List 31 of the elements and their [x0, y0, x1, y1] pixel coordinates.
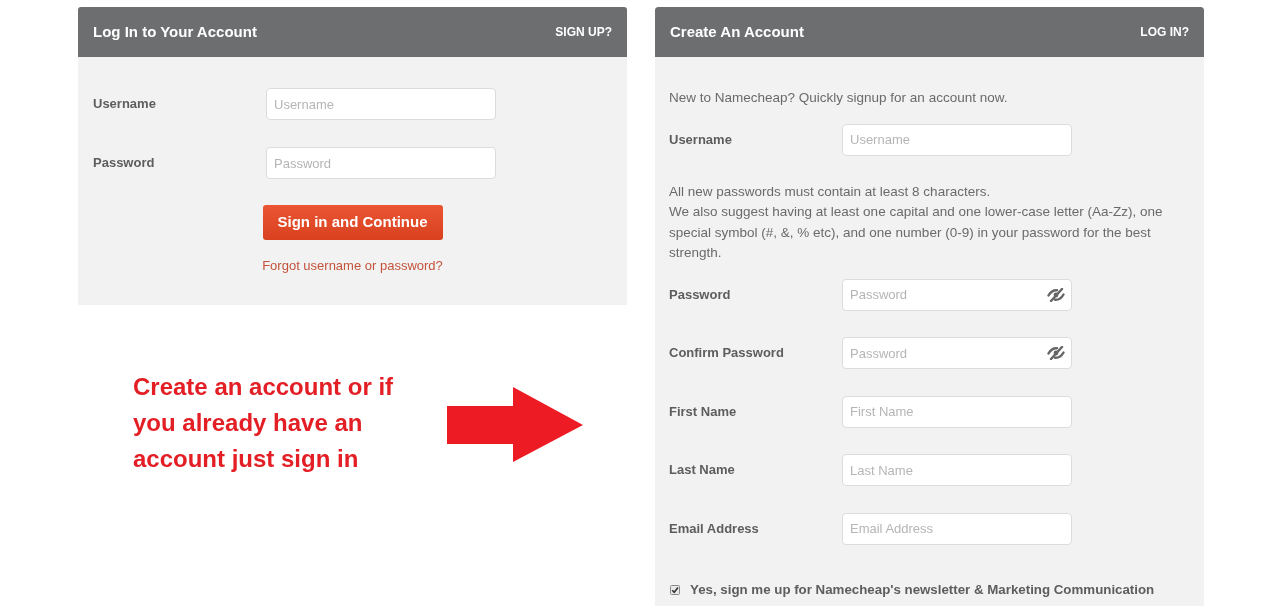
- field-label: Email Address: [669, 519, 760, 538]
- checkbox[interactable]: [670, 584, 680, 595]
- panel-title: Log In to Your Account: [93, 21, 257, 42]
- field-label: Confirm Password: [669, 344, 785, 363]
- input-field[interactable]: Username: [266, 88, 496, 120]
- sign-in-button[interactable]: Sign in and Continue: [262, 205, 443, 240]
- forgot-password-link[interactable]: Forgot username or password?: [262, 257, 443, 274]
- info-text: New to Namecheap? Quickly signup for an account now.: [669, 89, 1009, 107]
- field-label: First Name: [669, 402, 738, 421]
- sign-up-link[interactable]: SIGN UP?: [555, 23, 612, 41]
- field-label: Password: [93, 154, 156, 173]
- input-field[interactable]: Username: [842, 123, 1072, 156]
- info-text: All new passwords must contain at least 8 characters.: [669, 182, 992, 201]
- input-field[interactable]: First Name: [842, 395, 1072, 428]
- input-field[interactable]: Email Address: [842, 512, 1072, 545]
- log-in-link[interactable]: LOG IN?: [1140, 23, 1189, 41]
- info-text: We also suggest having at least one capital and one lower-case letter (Aa-Zz), one special symbol (#, &, % etc), and one number (0-9) in your password for the best strength.: [669, 203, 1164, 262]
- callout-text: Create an account or if you already have an account just sign in: [133, 372, 395, 474]
- checkbox-label: Yes, sign me up for Namecheap's newsletter & Marketing Communication: [690, 580, 1155, 599]
- panel-title: Create An Account: [670, 21, 804, 42]
- field-label: Username: [93, 95, 157, 114]
- field-label: Last Name: [669, 461, 736, 480]
- password-field[interactable]: Password: [842, 278, 1072, 311]
- field-label: Username: [669, 130, 733, 149]
- password-field[interactable]: Password: [842, 337, 1072, 369]
- eye-slash-icon[interactable]: [1047, 287, 1065, 302]
- input-field[interactable]: Last Name: [842, 454, 1072, 486]
- right-arrow-icon: [447, 387, 583, 462]
- input-field[interactable]: Password: [266, 147, 496, 179]
- field-label: Password: [669, 285, 732, 304]
- eye-slash-icon[interactable]: [1047, 346, 1065, 360]
